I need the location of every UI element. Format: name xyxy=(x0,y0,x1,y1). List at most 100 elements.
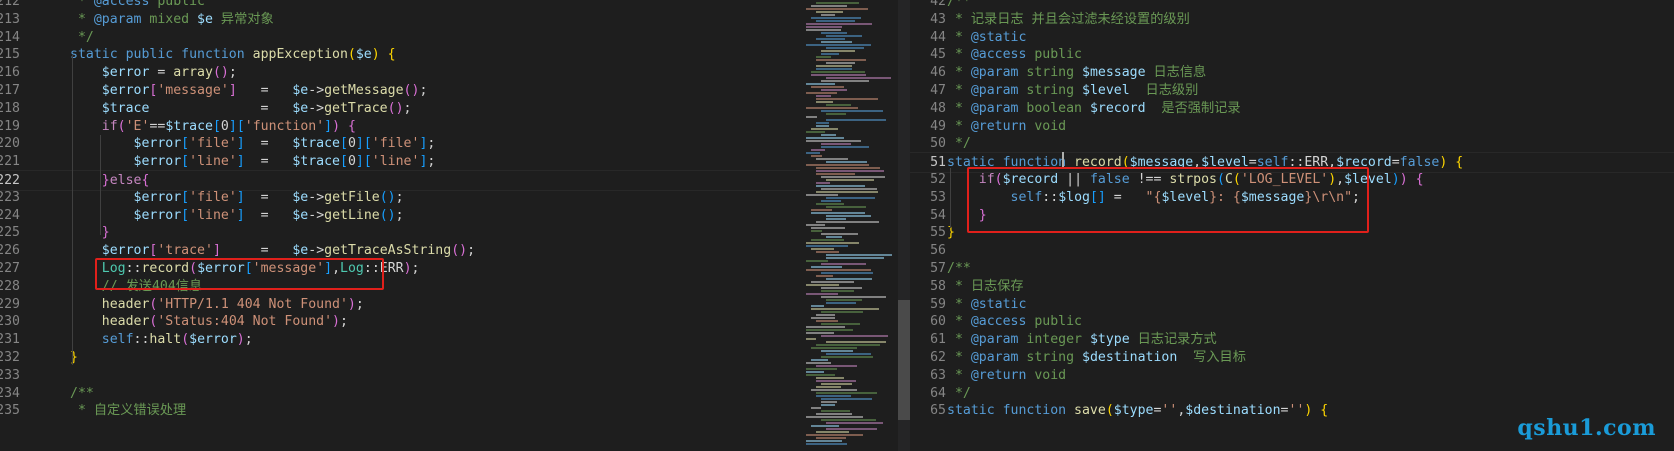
indent-guide xyxy=(950,168,951,228)
scrollbar-thumb[interactable] xyxy=(898,300,910,420)
left-code-line[interactable]: 220 $error['file'] = $trace[0]['file']; xyxy=(0,134,800,153)
left-code-line[interactable]: 232} xyxy=(0,348,800,367)
minimap-line xyxy=(826,215,871,217)
left-code-line[interactable]: 233 xyxy=(0,366,800,385)
minimap-line xyxy=(816,125,829,127)
left-code-line[interactable]: 230 header('Status:404 Not Found'); xyxy=(0,312,800,331)
left-code-line[interactable]: 214 */ xyxy=(0,28,800,47)
minimap-line xyxy=(806,164,869,166)
right-code-line[interactable]: 50 */ xyxy=(910,134,1674,153)
code-text[interactable]: static public function appException($e) … xyxy=(70,45,396,64)
left-editor-pane[interactable]: 212 * @access public 213 * @param mixed $… xyxy=(0,0,800,451)
code-text[interactable]: $error['message'] = $e->getMessage(); xyxy=(70,81,428,100)
minimap-line xyxy=(806,224,825,226)
minimap-line xyxy=(821,53,839,55)
code-text[interactable]: */ xyxy=(70,28,94,47)
right-code-line[interactable]: 60 * @access public xyxy=(910,312,1674,331)
minimap-line xyxy=(816,11,843,13)
code-text[interactable]: /** xyxy=(947,259,971,278)
code-text[interactable]: * @access public xyxy=(947,312,1082,331)
right-code-line[interactable]: 61 * @param integer $type 日志记录方式 xyxy=(910,330,1674,349)
left-code-line[interactable]: 235 * 自定义错误处理 xyxy=(0,401,800,420)
code-text[interactable]: $trace = $e->getTrace(); xyxy=(70,99,412,118)
right-code-line[interactable]: 64 */ xyxy=(910,384,1674,403)
left-code-line[interactable]: 219 if('E'==$trace[0]['function']) { xyxy=(0,117,800,136)
right-code-line[interactable]: 48 * @param boolean $record 是否强制记录 xyxy=(910,99,1674,118)
line-number: 225 xyxy=(0,225,20,241)
left-code-line[interactable]: 218 $trace = $e->getTrace(); xyxy=(0,99,800,118)
code-text[interactable]: self::halt($error); xyxy=(70,330,253,349)
code-text[interactable]: header('Status:404 Not Found'); xyxy=(70,312,348,331)
right-code-line[interactable]: 59 * @static xyxy=(910,295,1674,314)
code-text[interactable]: * @static xyxy=(947,295,1026,314)
minimap-line xyxy=(826,236,842,238)
code-text[interactable]: $error['line'] = $e->getLine(); xyxy=(70,206,404,225)
code-text[interactable]: $error = array(); xyxy=(70,63,237,82)
code-text[interactable]: * @param string $destination 写入目标 xyxy=(947,348,1246,367)
minimap-line xyxy=(821,32,847,34)
right-code-line[interactable]: 58 * 日志保存 xyxy=(910,277,1674,296)
line-number: 56 xyxy=(930,243,946,259)
right-code-line[interactable]: 44 * @static xyxy=(910,28,1674,47)
minimap-line xyxy=(816,203,844,205)
right-code-line[interactable]: 63 * @return void xyxy=(910,366,1674,385)
line-number: 62 xyxy=(930,350,946,365)
minimap-line xyxy=(806,293,838,295)
code-text[interactable]: * @static xyxy=(947,28,1026,47)
code-text[interactable]: } xyxy=(70,223,110,242)
code-text[interactable]: * @param string $message 日志信息 xyxy=(947,63,1206,82)
code-text[interactable]: * 日志保存 xyxy=(947,277,1024,296)
right-code-line[interactable]: 49 * @return void xyxy=(910,117,1674,136)
minimap-line xyxy=(806,8,868,10)
minimap-line xyxy=(806,329,853,331)
code-text[interactable]: */ xyxy=(947,134,971,153)
right-code-line[interactable]: 57/** xyxy=(910,259,1674,278)
right-code-line[interactable]: 56 xyxy=(910,241,1674,260)
right-code-line[interactable]: 45 * @access public xyxy=(910,45,1674,64)
minimap-scrollbar[interactable] xyxy=(898,0,910,451)
left-code-line[interactable]: 215 static public function appException($… xyxy=(0,45,800,64)
left-code-line[interactable]: 224 $error['line'] = $e->getLine(); xyxy=(0,206,800,225)
minimap-line xyxy=(811,389,857,391)
code-text[interactable]: * 记录日志 并且会过滤未经设置的级别 xyxy=(947,10,1190,29)
left-code-line[interactable]: 234 /** xyxy=(0,384,800,403)
code-text[interactable]: static function save($type='',$destinati… xyxy=(947,401,1328,420)
code-text[interactable]: if('E'==$trace[0]['function']) { xyxy=(70,117,356,136)
code-text[interactable]: * @access public xyxy=(947,45,1082,64)
minimap-line xyxy=(816,377,844,379)
left-code-line[interactable]: 231 self::halt($error); xyxy=(0,330,800,349)
code-text[interactable]: * @param mixed $e 异常对象 xyxy=(70,10,274,29)
code-text[interactable]: /** xyxy=(70,384,94,403)
code-text[interactable]: * @param boolean $record 是否强制记录 xyxy=(947,99,1241,118)
code-text[interactable]: header('HTTP/1.1 404 Not Found'); xyxy=(70,295,364,314)
left-code-line[interactable]: 229 header('HTTP/1.1 404 Not Found'); xyxy=(0,295,800,314)
left-code-line[interactable]: 213 * @param mixed $e 异常对象 xyxy=(0,10,800,29)
code-text[interactable]: $error['file'] = $e->getFile(); xyxy=(70,188,404,207)
line-number: 227 xyxy=(0,261,20,276)
code-text[interactable]: * @param string $level 日志级别 xyxy=(947,81,1198,100)
minimap-line xyxy=(806,434,863,436)
minimap-line xyxy=(826,341,886,343)
code-text[interactable]: * @return void xyxy=(947,366,1066,385)
left-code-line[interactable]: 217 $error['message'] = $e->getMessage()… xyxy=(0,81,800,100)
minimap-line xyxy=(821,89,847,91)
left-code-line[interactable]: 216 $error = array(); xyxy=(0,63,800,82)
code-text[interactable]: $error['line'] = $trace[0]['line']; xyxy=(70,152,436,171)
minimap-line xyxy=(806,23,872,25)
code-text[interactable]: $error['file'] = $trace[0]['file']; xyxy=(70,134,436,153)
left-code-line[interactable]: 221 $error['line'] = $trace[0]['line']; xyxy=(0,152,800,171)
code-text[interactable]: */ xyxy=(947,384,971,403)
right-code-line[interactable]: 47 * @param string $level 日志级别 xyxy=(910,81,1674,100)
minimap-line xyxy=(821,146,869,148)
right-code-line[interactable]: 43 * 记录日志 并且会过滤未经设置的级别 xyxy=(910,10,1674,29)
code-text[interactable]: * @param integer $type 日志记录方式 xyxy=(947,330,1217,349)
minimap-line xyxy=(811,248,834,250)
left-code-line[interactable]: 225 } xyxy=(0,223,800,242)
minimap-line xyxy=(816,65,852,67)
left-code-line[interactable]: 223 $error['file'] = $e->getFile(); xyxy=(0,188,800,207)
code-text[interactable]: * @return void xyxy=(947,117,1066,136)
minimap[interactable] xyxy=(800,0,910,451)
right-code-line[interactable]: 46 * @param string $message 日志信息 xyxy=(910,63,1674,82)
code-text[interactable]: * 自定义错误处理 xyxy=(70,401,186,420)
right-code-line[interactable]: 62 * @param string $destination 写入目标 xyxy=(910,348,1674,367)
